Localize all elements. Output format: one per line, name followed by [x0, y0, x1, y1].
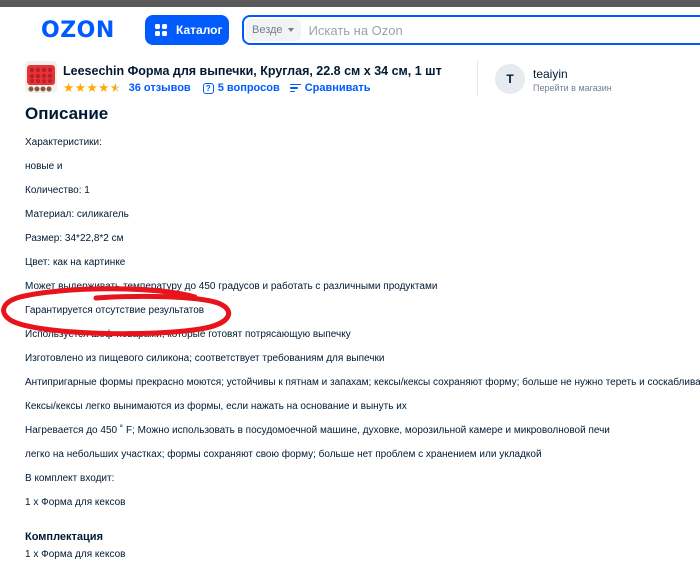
go-to-store-link[interactable]: Перейти в магазин [533, 83, 612, 93]
description-line: 1 x Форма для кексов [25, 497, 126, 508]
rating-stars[interactable]: ★ ★ ★ ★ ★ [63, 81, 122, 95]
star-icon: ★ [86, 81, 98, 95]
questions-link[interactable]: 5 вопросов [218, 82, 280, 94]
star-icon: ★ [63, 81, 75, 95]
question-icon: ? [202, 82, 214, 94]
description-line: Используется шеф-поварами, которые готов… [25, 329, 351, 340]
seller-avatar[interactable]: T [495, 64, 525, 94]
description-line: Цвет: как на картинке [25, 257, 126, 268]
browser-top-strip [0, 0, 700, 7]
ozon-logo[interactable]: OZON [41, 18, 115, 43]
kit-heading: Комплектация [25, 531, 103, 543]
divider [477, 60, 478, 96]
description-line: Антипригарные формы прекрасно моются; ус… [25, 377, 700, 388]
half-star-icon: ★ [109, 81, 122, 95]
description-line: Изготовлено из пищевого силикона; соотве… [25, 353, 385, 364]
description-line: легко на небольших участках; формы сохра… [25, 449, 542, 460]
star-icon: ★ [98, 81, 110, 95]
chevron-down-icon [287, 28, 294, 32]
search-input[interactable] [308, 22, 609, 38]
star-icon: ★ [74, 81, 86, 95]
product-title: Leesechin Форма для выпечки, Круглая, 22… [63, 64, 442, 78]
site-header: OZON Каталог Везде [0, 7, 700, 53]
description-line: Размер: 34*22,8*2 см [25, 233, 124, 244]
catalog-grid-icon [155, 24, 167, 36]
product-meta: ★ ★ ★ ★ ★ 36 отзывов ? 5 вопросов Сравни… [63, 80, 371, 96]
description-line: Материал: силикагель [25, 209, 129, 220]
description-line: Нагревается до 450 ˚ F; Можно использова… [25, 425, 610, 436]
search-scope-dropdown[interactable]: Везде [246, 19, 301, 41]
reviews-link[interactable]: 36 отзывов [129, 82, 191, 94]
description-line: Кексы/кексы легко вынимаются из формы, е… [25, 401, 407, 412]
seller-name[interactable]: teaiyin [533, 67, 568, 81]
description-heading: Описание [25, 104, 109, 123]
description-line-highlighted: Гарантируется отсутствие результатов [25, 305, 205, 316]
product-summary-bar: Leesechin Форма для выпечки, Круглая, 22… [0, 53, 700, 103]
kit-text: 1 x Форма для кексов [25, 549, 126, 560]
compare-link[interactable]: Сравнивать [305, 82, 371, 94]
search-bar: Везде [242, 15, 700, 45]
description-line: Количество: 1 [25, 185, 90, 196]
catalog-button[interactable]: Каталог [145, 15, 229, 45]
description-line: Может выдерживать температуру до 450 гра… [25, 281, 438, 292]
description-line: новые и [25, 161, 63, 172]
description-line: В комплект входит: [25, 473, 115, 484]
description-line: Характеристики: [25, 137, 102, 148]
compare-icon [289, 83, 301, 93]
product-thumbnail[interactable] [25, 61, 57, 93]
catalog-button-label: Каталог [176, 23, 223, 37]
search-scope-label: Везде [252, 24, 283, 36]
